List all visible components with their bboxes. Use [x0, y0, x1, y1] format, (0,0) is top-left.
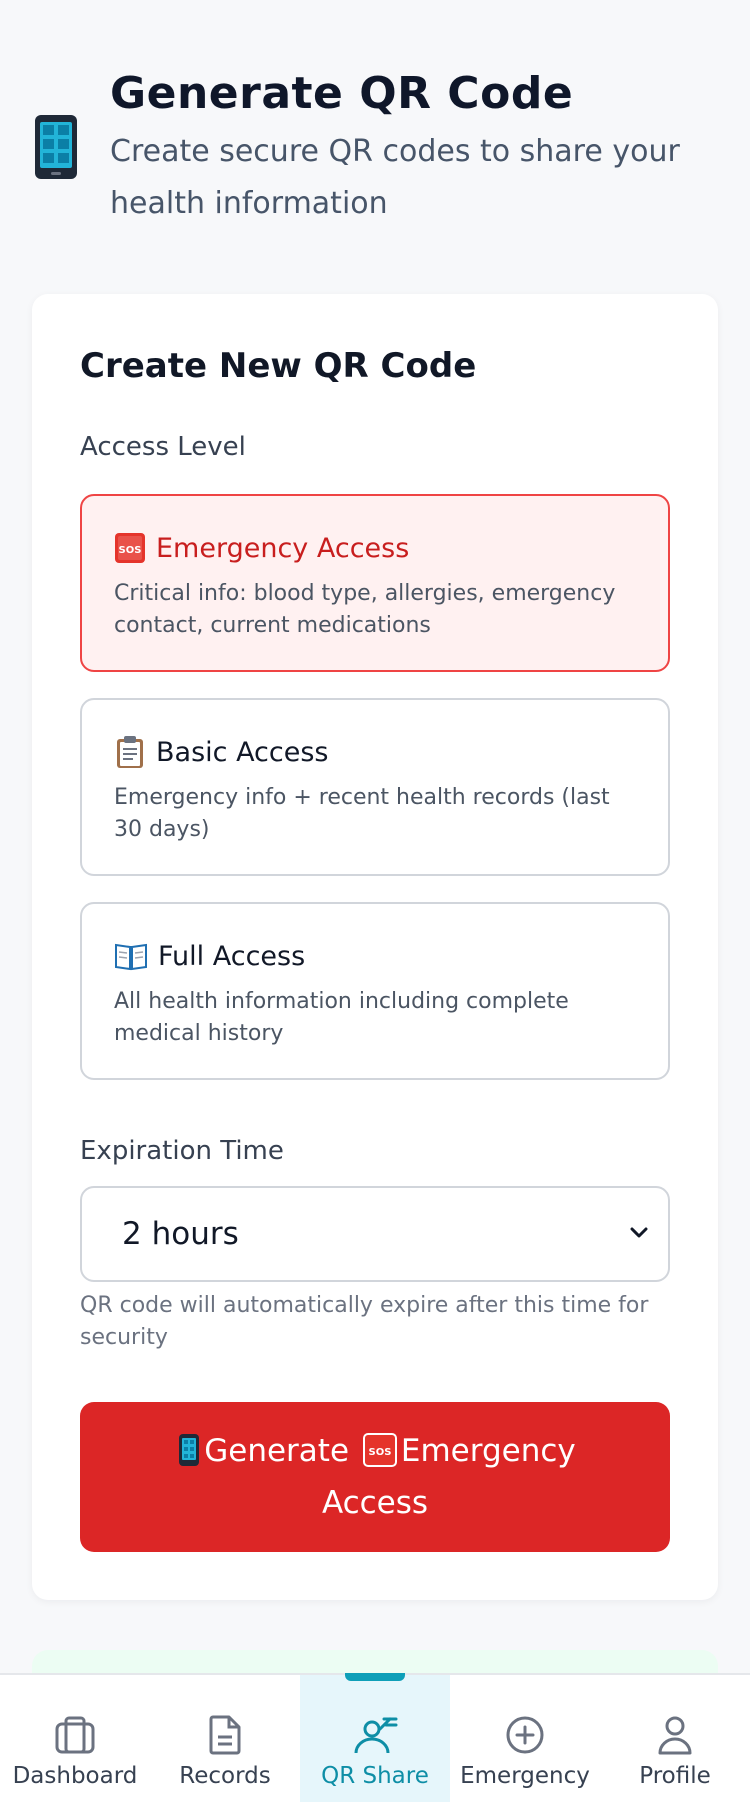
option-title: Basic Access	[156, 736, 329, 768]
nav-label: Emergency	[460, 1763, 590, 1789]
option-description: Critical info: blood type, allergies, em…	[114, 581, 616, 638]
qr-share-icon	[354, 1717, 398, 1754]
nav-item-qr-share[interactable]: QR Share	[300, 1673, 450, 1802]
nav-item-dashboard[interactable]: Dashboard	[0, 1675, 150, 1802]
mobile-phone-icon	[35, 115, 77, 179]
dashboard-icon	[55, 1716, 95, 1754]
option-header: Full Access	[114, 936, 636, 976]
generate-button-label: Generate SOS Emergency Access	[140, 1425, 610, 1529]
plus-circle-icon	[506, 1716, 544, 1754]
bottom-nav: Dashboard Records QR Share Emergency Pro…	[0, 1673, 750, 1802]
page-title: Generate QR Code	[110, 68, 574, 119]
expiration-selected-value: 2 hours	[122, 1216, 239, 1252]
nav-label: Profile	[639, 1763, 711, 1789]
access-level-label: Access Level	[80, 432, 246, 462]
clipboard-icon	[117, 736, 143, 768]
expiration-select[interactable]: 2 hours	[80, 1186, 670, 1282]
create-qr-card: Create New QR Code Access Level SOS Emer…	[32, 294, 718, 1600]
page-subtitle: Create secure QR codes to share your hea…	[110, 134, 680, 221]
card-title: Create New QR Code	[80, 346, 477, 386]
page-header: Generate QR Code Create secure QR codes …	[32, 64, 722, 230]
mobile-phone-icon	[179, 1434, 200, 1466]
generate-qr-button[interactable]: Generate SOS Emergency Access	[80, 1402, 670, 1552]
nav-item-emergency[interactable]: Emergency	[450, 1675, 600, 1802]
option-full-access[interactable]: Full Access All health information inclu…	[80, 902, 670, 1080]
nav-item-profile[interactable]: Profile	[600, 1675, 750, 1802]
user-icon	[658, 1716, 692, 1755]
nav-label: QR Share	[321, 1763, 429, 1789]
svg-text:SOS: SOS	[368, 1447, 391, 1458]
option-description: All health information including complet…	[114, 989, 569, 1046]
generate-suffix: Emergency Access	[321, 1433, 576, 1521]
nav-label: Dashboard	[12, 1763, 138, 1789]
document-icon	[209, 1715, 241, 1755]
sos-icon: SOS	[362, 1433, 397, 1467]
open-book-icon	[115, 943, 147, 971]
expiration-hint: QR code will automatically expire after …	[80, 1293, 649, 1350]
option-emergency-access[interactable]: SOS Emergency Access Critical info: bloo…	[80, 494, 670, 672]
nav-label: Records	[179, 1763, 271, 1789]
option-header: Basic Access	[114, 732, 636, 772]
generate-prefix: Generate	[204, 1433, 350, 1469]
expiration-label: Expiration Time	[80, 1136, 284, 1166]
option-basic-access[interactable]: Basic Access Emergency info + recent hea…	[80, 698, 670, 876]
svg-text:SOS: SOS	[119, 545, 142, 556]
sos-icon: SOS	[115, 533, 145, 563]
chevron-down-icon	[630, 1227, 648, 1238]
option-title: Emergency Access	[156, 532, 410, 564]
nav-item-records[interactable]: Records	[150, 1675, 300, 1802]
option-description: Emergency info + recent health records (…	[114, 785, 610, 842]
header-text: Generate QR Code Create secure QR codes …	[110, 64, 722, 230]
option-header: SOS Emergency Access	[114, 528, 636, 568]
option-title: Full Access	[158, 940, 306, 972]
